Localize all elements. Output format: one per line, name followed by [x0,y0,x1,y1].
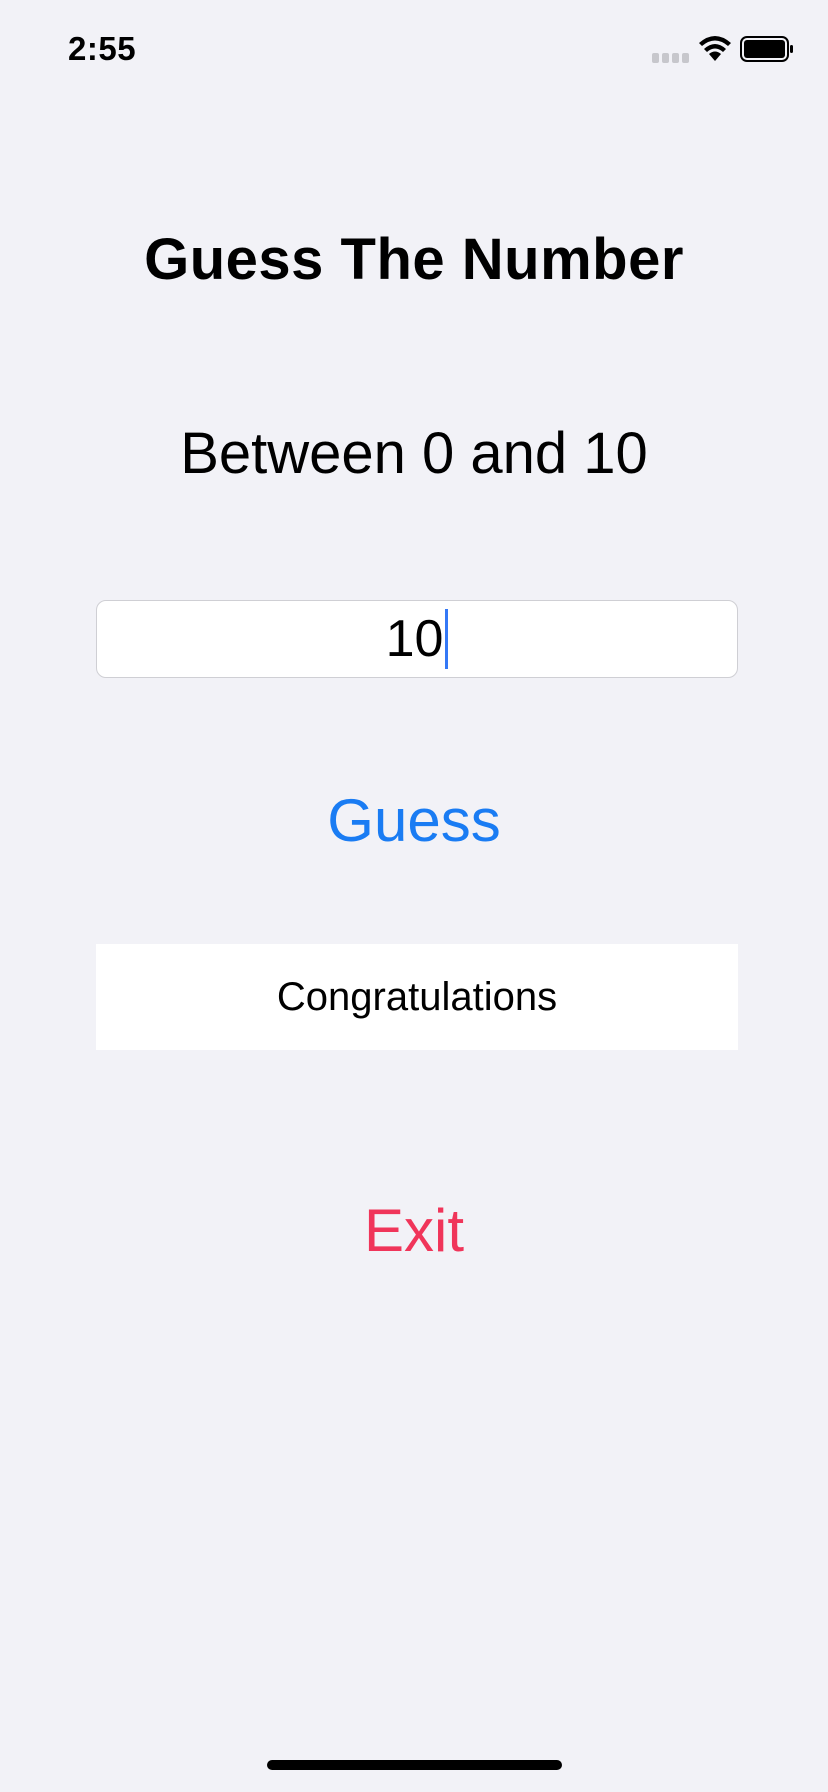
wifi-icon [699,36,731,61]
status-bar: 2:55 [0,0,828,100]
guess-input[interactable]: 10 [96,600,738,678]
text-cursor [445,609,449,669]
result-label: Congratulations [96,944,738,1050]
guess-input-content[interactable]: 10 [97,601,737,677]
page-title: Guess The Number [144,227,684,292]
battery-icon [740,36,793,62]
home-indicator[interactable] [267,1760,562,1770]
range-label: Between 0 and 10 [180,421,648,486]
exit-button[interactable]: Exit [0,1196,828,1265]
guess-button[interactable]: Guess [0,786,828,855]
status-time: 2:55 [68,30,137,67]
guess-input-value: 10 [385,610,444,668]
result-text: Congratulations [276,974,558,1019]
cellular-signal-icon [652,53,689,63]
